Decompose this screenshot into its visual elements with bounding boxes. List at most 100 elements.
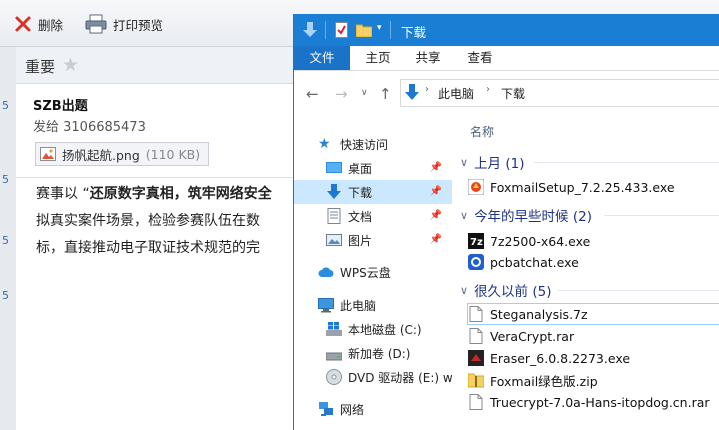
- group-divider: [604, 215, 719, 216]
- importance-bar: 重要 ★: [16, 47, 316, 84]
- file-row[interactable]: Truecrypt-7.0a-Hans-itopdog.cn.rar: [468, 392, 710, 412]
- nav-label: DVD 驱动器 (E:) wi: [348, 370, 452, 385]
- pcbatchat-app-icon: [468, 254, 484, 270]
- image-file-icon: [40, 147, 56, 161]
- nav-desktop[interactable]: 桌面 📌: [294, 156, 452, 180]
- mail-list-edge[interactable]: 5 5 5 5: [0, 47, 17, 430]
- drive-icon: [326, 352, 342, 361]
- nav-label: 新加卷 (D:): [348, 346, 411, 361]
- cloud-icon: [318, 267, 334, 277]
- list-digit: 5: [2, 289, 9, 302]
- nav-network[interactable]: 网络: [294, 397, 452, 421]
- delete-button[interactable]: 删除: [14, 14, 63, 34]
- attachment-chip[interactable]: 扬帆起航.png (110 KB): [35, 142, 210, 166]
- pin-icon[interactable]: 📌: [430, 234, 442, 245]
- file-row-focused[interactable]: Steganalysis.7z: [467, 303, 719, 325]
- title-bar[interactable]: ▾ 下载: [294, 14, 719, 46]
- star-icon[interactable]: ★: [62, 54, 79, 76]
- forward-arrow-icon[interactable]: →: [335, 85, 348, 103]
- breadcrumb-downloads[interactable]: 下载: [501, 85, 525, 102]
- group-header-earlier-this-year[interactable]: ∨ 今年的早些时候 (2): [460, 205, 592, 226]
- file-name: VeraCrypt.rar: [490, 328, 575, 344]
- tab-file[interactable]: 文件: [294, 46, 350, 70]
- print-preview-button[interactable]: 打印预览: [85, 14, 163, 34]
- group-label: 很久以前 (5): [474, 284, 552, 300]
- file-name: Steganalysis.7z: [490, 306, 588, 322]
- generic-file-icon: [469, 328, 483, 344]
- tab-home[interactable]: 主页: [360, 46, 396, 70]
- qat-dropdown-icon[interactable]: ▾: [377, 23, 382, 33]
- file-row[interactable]: Foxmail绿色版.zip: [468, 370, 598, 390]
- nav-label: 快速访问: [340, 137, 389, 152]
- title-separator: [390, 21, 391, 39]
- tab-view[interactable]: 查看: [462, 46, 498, 70]
- file-row[interactable]: FoxmailSetup_7.2.25.433.exe: [468, 177, 675, 197]
- group-label: 今年的早些时候 (2): [474, 209, 592, 225]
- nav-downloads[interactable]: 下载 📌: [294, 180, 452, 204]
- up-arrow-icon[interactable]: ↑: [379, 85, 392, 103]
- ribbon-tabs: 文件 主页 共享 查看: [294, 46, 719, 71]
- nav-label: 本地磁盘 (C:): [348, 322, 422, 337]
- mail-reading-pane: 重要 ★ SZB出题 发给 3106685473 扬帆起航.png (110 K…: [16, 47, 316, 430]
- file-explorer-window: ▾ 下载 文件 主页 共享 查看 ← → ∨ ↑ › 此电脑 › 下载 ★ 快速…: [293, 14, 719, 430]
- tab-share[interactable]: 共享: [410, 46, 446, 70]
- mail-body-line-3: 标，直接推动电子取证技术规范的完: [36, 240, 260, 256]
- nav-label: WPS云盘: [340, 265, 391, 280]
- breadcrumb-chevron-icon[interactable]: ›: [425, 84, 429, 95]
- downloads-folder-icon: [405, 84, 419, 100]
- recent-locations-chevron-icon[interactable]: ∨: [361, 88, 368, 98]
- nav-documents[interactable]: 文档 📌: [294, 204, 452, 228]
- column-header-name[interactable]: 名称: [470, 123, 494, 140]
- new-folder-icon[interactable]: [356, 23, 372, 37]
- group-divider: [558, 290, 719, 291]
- file-name: pcbatchat.exe: [490, 254, 579, 270]
- pictures-icon: [326, 234, 342, 246]
- breadcrumb-this-pc[interactable]: 此电脑: [438, 85, 474, 102]
- print-preview-label: 打印预览: [113, 17, 164, 33]
- nav-pictures[interactable]: 图片 📌: [294, 228, 452, 252]
- back-arrow-icon[interactable]: ←: [306, 85, 319, 103]
- file-row[interactable]: VeraCrypt.rar: [468, 326, 574, 346]
- title-separator: [325, 21, 326, 39]
- file-row[interactable]: Eraser_6.0.8.2273.exe: [468, 348, 630, 368]
- pin-icon[interactable]: 📌: [430, 162, 442, 173]
- file-list-pane: 名称 ∨ 上月 (1) FoxmailSetup_7.2.25.433.exe …: [454, 115, 719, 430]
- generic-file-icon: [469, 306, 483, 322]
- file-name: Foxmail绿色版.zip: [490, 373, 598, 389]
- navigation-pane: ★ 快速访问 桌面 📌 下载 📌 文档 📌 图片 📌 WPS云盘 此电脑 本地磁…: [294, 115, 454, 430]
- breadcrumb-chevron-icon[interactable]: ›: [486, 84, 490, 95]
- nav-this-pc[interactable]: 此电脑: [294, 293, 452, 317]
- nav-label: 下载: [348, 185, 373, 200]
- mail-recipient: 发给 3106685473: [33, 120, 146, 135]
- file-row[interactable]: pcbatchat.exe: [468, 252, 579, 272]
- 7zip-icon: 7z: [468, 233, 484, 249]
- mail-subject: SZB出题: [33, 99, 88, 114]
- group-divider: [534, 162, 719, 163]
- nav-wps-cloud[interactable]: WPS云盘: [294, 260, 452, 284]
- group-header-last-month[interactable]: ∨ 上月 (1): [460, 152, 525, 173]
- file-name: FoxmailSetup_7.2.25.433.exe: [490, 179, 675, 195]
- delete-label: 删除: [38, 17, 64, 33]
- eraser-app-icon: [468, 350, 484, 366]
- file-name: 7z2500-x64.exe: [490, 233, 591, 249]
- mail-body-line-1: 赛事以 “还原数字真相，筑牢网络安全: [36, 183, 272, 203]
- importance-label: 重要: [25, 58, 56, 76]
- file-name: Truecrypt-7.0a-Hans-itopdog.cn.rar: [490, 394, 710, 410]
- nav-new-volume-d[interactable]: 新加卷 (D:): [294, 341, 452, 365]
- group-label: 上月 (1): [474, 156, 525, 172]
- list-digit: 5: [2, 99, 9, 112]
- desktop-icon: [326, 162, 342, 173]
- file-row[interactable]: 7z 7z2500-x64.exe: [468, 231, 590, 251]
- nav-dvd-drive-e[interactable]: DVD 驱动器 (E:) wi: [294, 365, 452, 389]
- nav-quick-access[interactable]: ★ 快速访问: [294, 132, 452, 156]
- properties-icon[interactable]: [335, 22, 348, 38]
- nav-local-disk-c[interactable]: 本地磁盘 (C:): [294, 317, 452, 341]
- pin-icon[interactable]: 📌: [430, 186, 442, 197]
- mail-body-line-2: 拟真实案件场景，检验参赛队伍在数: [36, 213, 260, 229]
- nav-label: 文档: [348, 209, 373, 224]
- address-bar[interactable]: › 此电脑 › 下载: [400, 79, 719, 107]
- window-title: 下载: [401, 25, 427, 40]
- pin-icon[interactable]: 📌: [430, 210, 442, 221]
- generic-file-icon: [469, 394, 483, 410]
- group-header-long-ago[interactable]: ∨ 很久以前 (5): [460, 280, 552, 301]
